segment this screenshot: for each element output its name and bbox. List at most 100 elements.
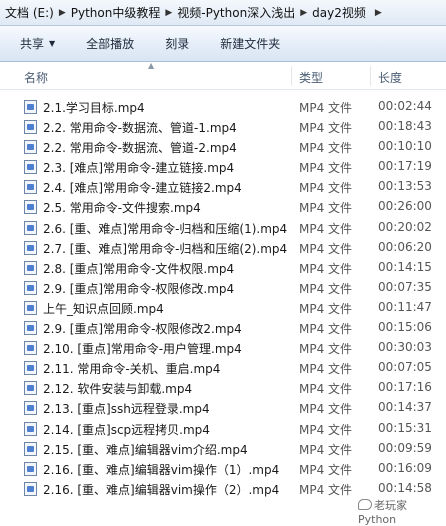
file-name: 2.2. 常用命令-数据流、管道-1.mp4 — [43, 121, 237, 136]
file-type: MP4 文件 — [299, 442, 353, 457]
file-row[interactable]: 2.9. [重点]常用命令-权限修改.mp4 MP4 文件 00:07:35 — [0, 278, 446, 298]
file-name: 2.16. [重、难点]编辑器vim操作（1）.mp4 — [43, 462, 280, 477]
file-length: 00:20:02 — [378, 219, 432, 234]
breadcrumb-separator-icon[interactable] — [57, 8, 68, 18]
file-type: MP4 文件 — [299, 482, 353, 497]
play-all-button[interactable]: 全部播放 — [86, 35, 134, 52]
file-row[interactable]: 2.4. [难点]常用命令-建立链接2.mp4 MP4 文件 00:13:53 — [0, 177, 446, 197]
chevron-down-icon — [49, 39, 55, 48]
column-name[interactable]: 名称 — [24, 69, 48, 86]
file-type: MP4 文件 — [299, 121, 353, 136]
file-length: 00:13:53 — [378, 179, 432, 194]
file-row[interactable]: 2.5. 常用命令-文件搜索.mp4 MP4 文件 00:26:00 — [0, 197, 446, 217]
file-row[interactable]: 2.1.学习目标.mp4 MP4 文件 00:02:44 — [0, 97, 446, 117]
breadcrumb-drive[interactable]: 文档 (E:) — [2, 4, 57, 21]
file-length: 00:26:00 — [378, 199, 432, 214]
file-length: 00:14:15 — [378, 259, 432, 274]
column-header: 名称 类型 长度 — [0, 62, 446, 90]
watermark: 老玩家Python — [356, 497, 446, 526]
file-type: MP4 文件 — [299, 141, 353, 156]
file-type: MP4 文件 — [299, 161, 353, 176]
file-row[interactable]: 2.16. [重、难点]编辑器vim操作（1）.mp4 MP4 文件 00:16:0… — [0, 459, 446, 479]
file-type: MP4 文件 — [299, 241, 353, 256]
file-length: 00:14:58 — [378, 480, 432, 495]
file-length: 00:17:16 — [378, 380, 432, 395]
file-name: 2.3. [难点]常用命令-建立链接.mp4 — [43, 161, 235, 176]
file-row[interactable]: 2.12. 软件安装与卸载.mp4 MP4 文件 00:17:16 — [0, 378, 446, 398]
file-row[interactable]: 2.11. 常用命令-关机、重启.mp4 MP4 文件 00:07:05 — [0, 358, 446, 378]
file-type: MP4 文件 — [299, 322, 353, 337]
file-name: 2.9. [重点]常用命令-权限修改.mp4 — [43, 281, 235, 296]
address-bar[interactable]: 文档 (E:) Python中级教程 视频-Python深入浅出 day2视频 — [0, 0, 446, 26]
file-name: 2.13. [重点]ssh远程登录.mp4 — [43, 402, 210, 417]
column-divider[interactable] — [291, 66, 292, 86]
file-row[interactable]: 2.10. [重点]常用命令-用户管理.mp4 MP4 文件 00:30:03 — [0, 338, 446, 358]
breadcrumb-current-folder[interactable]: day2视频 — [309, 4, 369, 21]
file-row[interactable]: 2.8. [重点]常用命令-文件权限.mp4 MP4 文件 00:14:15 — [0, 258, 446, 278]
breadcrumb-expand-icon[interactable] — [373, 8, 384, 18]
file-length: 00:02:44 — [378, 99, 432, 113]
breadcrumb-separator-icon[interactable] — [298, 8, 309, 18]
file-name: 2.8. [重点]常用命令-文件权限.mp4 — [43, 261, 235, 276]
video-file-icon — [24, 260, 37, 275]
file-row[interactable]: 2.6. [重、难点]常用命令-归档和压缩(1).mp4 MP4 文件 00:20:… — [0, 218, 446, 238]
file-type: MP4 文件 — [299, 201, 353, 216]
file-length: 00:17:19 — [378, 159, 432, 174]
file-row[interactable]: 2.2. 常用命令-数据流、管道-1.mp4 MP4 文件 00:18:43 — [0, 117, 446, 137]
file-type: MP4 文件 — [299, 462, 353, 477]
file-row[interactable]: 上午_知识点回顾.mp4 MP4 文件 00:11:47 — [0, 298, 446, 318]
file-name: 上午_知识点回顾.mp4 — [43, 301, 164, 316]
command-toolbar: 共享 全部播放 刻录 新建文件夹 — [0, 26, 446, 62]
breadcrumb-separator-icon[interactable] — [163, 8, 174, 18]
file-type: MP4 文件 — [299, 261, 353, 276]
column-type[interactable]: 类型 — [299, 69, 323, 86]
file-row[interactable]: 2.16. [重、难点]编辑器vim操作（2）.mp4 MP4 文件 00:14:5… — [0, 479, 446, 499]
column-divider[interactable] — [370, 66, 371, 86]
file-length: 00:14:37 — [378, 400, 432, 415]
file-name: 2.15. [重、难点]编辑器vim介绍.mp4 — [43, 442, 248, 457]
file-name: 2.14. [重点]scp远程拷贝.mp4 — [43, 422, 210, 437]
video-file-icon — [24, 240, 37, 255]
video-file-icon — [24, 120, 37, 135]
file-row[interactable]: 2.7. [重、难点]常用命令-归档和压缩(2).mp4 MP4 文件 00:06:… — [0, 238, 446, 258]
video-file-icon — [24, 160, 37, 175]
file-row[interactable]: 2.14. [重点]scp远程拷贝.mp4 MP4 文件 00:15:31 — [0, 419, 446, 439]
file-length: 00:15:31 — [378, 420, 432, 435]
file-name: 2.6. [重、难点]常用命令-归档和压缩(1).mp4 — [43, 221, 288, 236]
video-file-icon — [24, 200, 37, 215]
file-type: MP4 文件 — [299, 382, 353, 397]
chat-bubble-icon — [358, 499, 372, 510]
file-length: 00:07:05 — [378, 360, 432, 375]
file-row[interactable]: 2.15. [重、难点]编辑器vim介绍.mp4 MP4 文件 00:09:59 — [0, 439, 446, 459]
breadcrumb-video-folder[interactable]: 视频-Python深入浅出 — [174, 4, 298, 21]
file-type: MP4 文件 — [299, 101, 353, 115]
video-file-icon — [24, 140, 37, 155]
file-length: 00:06:20 — [378, 239, 432, 254]
share-button[interactable]: 共享 — [20, 35, 55, 52]
video-file-icon — [24, 100, 37, 114]
file-row[interactable]: 2.13. [重点]ssh远程登录.mp4 MP4 文件 00:14:37 — [0, 398, 446, 418]
breadcrumb-python-tutorial[interactable]: Python中级教程 — [68, 4, 164, 21]
file-row[interactable]: 2.2. 常用命令-数据流、管道-2.mp4 MP4 文件 00:10:10 — [0, 137, 446, 157]
file-row[interactable]: 2.3. [难点]常用命令-建立链接.mp4 MP4 文件 00:17:19 — [0, 157, 446, 177]
file-length: 00:11:47 — [378, 299, 432, 314]
video-file-icon — [24, 341, 37, 356]
file-length: 00:18:43 — [378, 119, 432, 134]
file-length: 00:10:10 — [378, 139, 432, 154]
video-file-icon — [24, 461, 37, 476]
file-name: 2.11. 常用命令-关机、重启.mp4 — [43, 362, 221, 377]
file-type: MP4 文件 — [299, 301, 353, 316]
video-file-icon — [24, 481, 37, 496]
file-length: 00:30:03 — [378, 340, 432, 355]
burn-button[interactable]: 刻录 — [165, 35, 189, 52]
file-row[interactable]: 2.9. [重点]常用命令-权限修改2.mp4 MP4 文件 00:15:06 — [0, 318, 446, 338]
video-file-icon — [24, 361, 37, 376]
file-name: 2.4. [难点]常用命令-建立链接2.mp4 — [43, 181, 242, 196]
file-length: 00:09:59 — [378, 440, 432, 455]
new-folder-button[interactable]: 新建文件夹 — [220, 35, 280, 52]
video-file-icon — [24, 220, 37, 235]
column-length[interactable]: 长度 — [378, 69, 402, 86]
file-name: 2.9. [重点]常用命令-权限修改2.mp4 — [43, 322, 242, 337]
file-name: 2.7. [重、难点]常用命令-归档和压缩(2).mp4 — [43, 241, 288, 256]
video-file-icon — [24, 381, 37, 396]
